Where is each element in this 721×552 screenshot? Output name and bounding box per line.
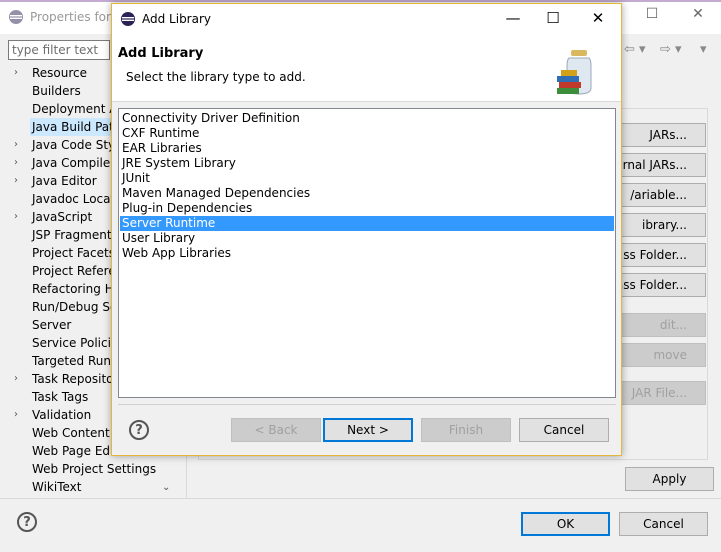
- tree-item-label: WikiText: [32, 480, 82, 494]
- expand-arrow-icon[interactable]: ›: [14, 64, 24, 82]
- tree-item-label: Web Content S: [32, 426, 122, 440]
- tree-item-label: Javadoc Locati: [32, 192, 119, 206]
- finish-button[interactable]: Finish: [421, 418, 511, 442]
- tree-item-label: Web Page Edit: [32, 444, 119, 458]
- tree-item-label: Web Project Settings: [32, 462, 157, 476]
- scroll-down-icon[interactable]: ⌄: [162, 482, 170, 493]
- library-list-item[interactable]: Plug-in Dependencies: [120, 201, 614, 216]
- expand-arrow-icon[interactable]: ›: [14, 208, 24, 226]
- expand-arrow-icon[interactable]: ›: [14, 172, 24, 190]
- tree-item[interactable]: WikiText: [0, 478, 176, 496]
- tree-item-label: Run/Debug Se: [32, 300, 118, 314]
- dialog-titlebar: Add Library — ☐ ✕: [112, 4, 621, 34]
- tree-item-label: Task Tags: [32, 390, 89, 404]
- ok-button[interactable]: OK: [521, 512, 610, 536]
- expand-arrow-icon[interactable]: ›: [14, 370, 24, 388]
- tree-item-label: Java Editor: [32, 174, 97, 188]
- dialog-separator: [118, 404, 616, 405]
- close-icon[interactable]: ✕: [688, 6, 708, 22]
- expand-arrow-icon[interactable]: ›: [14, 406, 24, 424]
- eclipse-icon: [120, 11, 136, 30]
- forward-nav-icon[interactable]: ⇨ ▾: [660, 42, 682, 57]
- tree-item-label: JSP Fragment: [32, 228, 112, 242]
- library-list-item[interactable]: Web App Libraries: [120, 246, 614, 261]
- expand-arrow-icon[interactable]: ›: [14, 136, 24, 154]
- tree-item-label: Targeted Runti: [32, 354, 119, 368]
- dialog-title: Add Library: [142, 12, 212, 26]
- add-library-dialog: Add Library — ☐ ✕ Add Library Select the…: [111, 3, 622, 456]
- tree-item-label: Server: [32, 318, 72, 332]
- library-type-list[interactable]: Connectivity Driver Definition CXF Runtim…: [118, 108, 616, 398]
- library-jar-icon: [555, 48, 605, 99]
- tree-item-label: Java Compiler: [32, 156, 116, 170]
- banner-message: Select the library type to add.: [126, 70, 306, 84]
- expand-arrow-icon[interactable]: ›: [14, 154, 24, 172]
- next-button[interactable]: Next >: [323, 418, 413, 442]
- tree-item-label: Builders: [32, 84, 81, 98]
- tree-item-label: Java Build Path: [30, 118, 124, 136]
- tree-item-label: Deployment A: [32, 102, 118, 116]
- dialog-banner: Add Library Select the library type to a…: [112, 34, 621, 102]
- apply-button[interactable]: Apply: [625, 467, 714, 491]
- title-underline: [0, 0, 721, 2]
- cancel-button[interactable]: Cancel: [519, 418, 609, 442]
- bottom-separator: [0, 498, 721, 499]
- help-icon[interactable]: ?: [129, 420, 149, 440]
- minimize-icon[interactable]: ☐: [642, 6, 662, 22]
- tree-item[interactable]: Web Project Settings: [0, 460, 176, 478]
- library-list-item[interactable]: Connectivity Driver Definition: [120, 111, 614, 126]
- library-list-item[interactable]: JRE System Library: [120, 156, 614, 171]
- library-list-item[interactable]: Server Runtime: [120, 216, 614, 231]
- library-list-item[interactable]: JUnit: [120, 171, 614, 186]
- library-list-item[interactable]: EAR Libraries: [120, 141, 614, 156]
- tree-item-label: Validation: [32, 408, 92, 422]
- tree-item-label: Resource: [32, 66, 88, 80]
- help-icon[interactable]: ?: [17, 512, 37, 532]
- library-list-item[interactable]: Maven Managed Dependencies: [120, 186, 614, 201]
- eclipse-icon: [8, 9, 24, 28]
- maximize-icon[interactable]: ☐: [541, 9, 565, 27]
- close-icon[interactable]: ✕: [586, 9, 610, 27]
- tree-item-label: Project Facets: [32, 246, 115, 260]
- tree-item-label: Java Code Styl: [32, 138, 119, 152]
- cancel-button[interactable]: Cancel: [619, 512, 708, 536]
- tree-item-label: Refactoring His: [32, 282, 124, 296]
- tree-item-label: Project Referer: [32, 264, 121, 278]
- view-menu-icon[interactable]: ▾: [700, 42, 707, 57]
- library-list-item[interactable]: User Library: [120, 231, 614, 246]
- tree-item-label: JavaScript: [32, 210, 93, 224]
- filter-input[interactable]: type filter text: [8, 40, 110, 60]
- back-nav-icon[interactable]: ⇦ ▾: [624, 42, 646, 57]
- minimize-icon[interactable]: —: [501, 9, 525, 27]
- banner-title: Add Library: [118, 46, 204, 61]
- library-list-item[interactable]: CXF Runtime: [120, 126, 614, 141]
- back-button[interactable]: < Back: [231, 418, 321, 442]
